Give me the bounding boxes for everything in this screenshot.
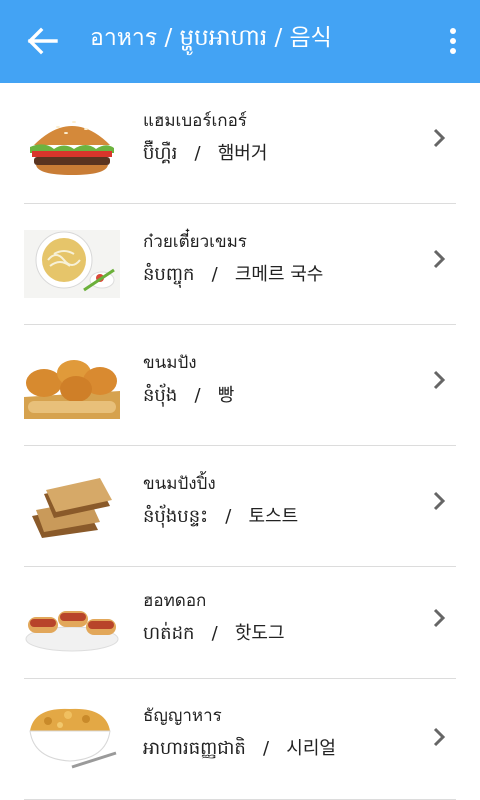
khmer-label: ប៊ឺហ្គឺរ — [143, 143, 178, 164]
khmer-noodles-image — [24, 230, 120, 298]
korean-label: 크메르 국수 — [234, 264, 324, 285]
toast-image — [24, 472, 120, 540]
cereal-image — [24, 707, 120, 775]
separator: / — [194, 385, 201, 406]
thai-label: ฮอทดอก — [143, 591, 207, 611]
khmer-label: នំបញ្ចុក — [143, 264, 195, 285]
translation: អាហារធញ្ញជាតិ / 시리얼 — [143, 734, 336, 763]
thai-label: ก๋วยเตี๋ยวเขมร — [143, 232, 247, 252]
list-item[interactable]: แฮมเบอร์เกอร์ ប៊ឺហ្គឺរ / 햄버거 — [24, 83, 456, 204]
translation: ប៊ឺហ្គឺរ / 햄버거 — [143, 139, 267, 168]
app-bar: อาหาร / ម្ហូបអាហារ / 음식 — [0, 0, 480, 83]
separator: / — [211, 264, 218, 285]
translation: នំប៉័ង / 빵 — [143, 381, 234, 410]
khmer-label: នំប៉័ង — [143, 385, 178, 406]
thai-label: ธัญญาหาร — [143, 706, 222, 726]
hot-dog-image — [24, 589, 120, 657]
chevron-right-icon — [433, 370, 446, 390]
page-title: อาหาร / ម្ហូបអាហារ / 음식 — [90, 25, 332, 51]
chevron-right-icon — [433, 608, 446, 628]
list-item[interactable]: ธัญญาหาร អាហារធញ្ញជាតិ / 시리얼 — [24, 679, 456, 800]
thai-label: ขนมปัง — [143, 353, 197, 373]
translation: ហត់ដក / 핫도그 — [143, 619, 285, 648]
thai-label: แฮมเบอร์เกอร์ — [143, 111, 247, 131]
list-item[interactable]: ขนมปังปิ้ง នំប៉័ងបន្ទះ / 토스트 — [24, 446, 456, 567]
khmer-label: ហត់ដក — [143, 623, 195, 644]
chevron-right-icon — [433, 727, 446, 747]
bread-image — [24, 351, 120, 419]
translation: នំប៉័ងបន្ទះ / 토스트 — [143, 502, 298, 531]
food-list: แฮมเบอร์เกอร์ ប៊ឺហ្គឺរ / 햄버거 ก๋วยเตี๋ยวเ… — [24, 83, 456, 800]
thai-label: ขนมปังปิ้ง — [143, 474, 216, 494]
korean-label: 시리얼 — [286, 738, 336, 759]
chevron-right-icon — [433, 249, 446, 269]
chevron-right-icon — [433, 491, 446, 511]
separator: / — [225, 506, 232, 527]
more-vert-icon[interactable] — [440, 24, 466, 58]
korean-label: 햄버거 — [217, 143, 268, 164]
list-item[interactable]: ขนมปัง នំប៉័ង / 빵 — [24, 325, 456, 446]
khmer-label: នំប៉័ងបន្ទះ — [143, 506, 209, 527]
korean-label: 빵 — [217, 385, 235, 406]
chevron-right-icon — [433, 128, 446, 148]
separator: / — [211, 623, 218, 644]
separator: / — [194, 143, 201, 164]
hamburger-image — [24, 109, 120, 177]
separator: / — [263, 738, 270, 759]
list-item[interactable]: ฮอทดอก ហត់ដក / 핫도그 — [24, 567, 456, 679]
korean-label: 핫도그 — [234, 623, 285, 644]
korean-label: 토스트 — [248, 506, 299, 527]
arrow-left-icon[interactable] — [22, 26, 62, 56]
translation: នំបញ្ចុក / 크메르 국수 — [143, 260, 323, 289]
khmer-label: អាហារធញ្ញជាតិ — [143, 738, 246, 759]
list-item[interactable]: ก๋วยเตี๋ยวเขมร នំបញ្ចុក / 크메르 국수 — [24, 204, 456, 325]
